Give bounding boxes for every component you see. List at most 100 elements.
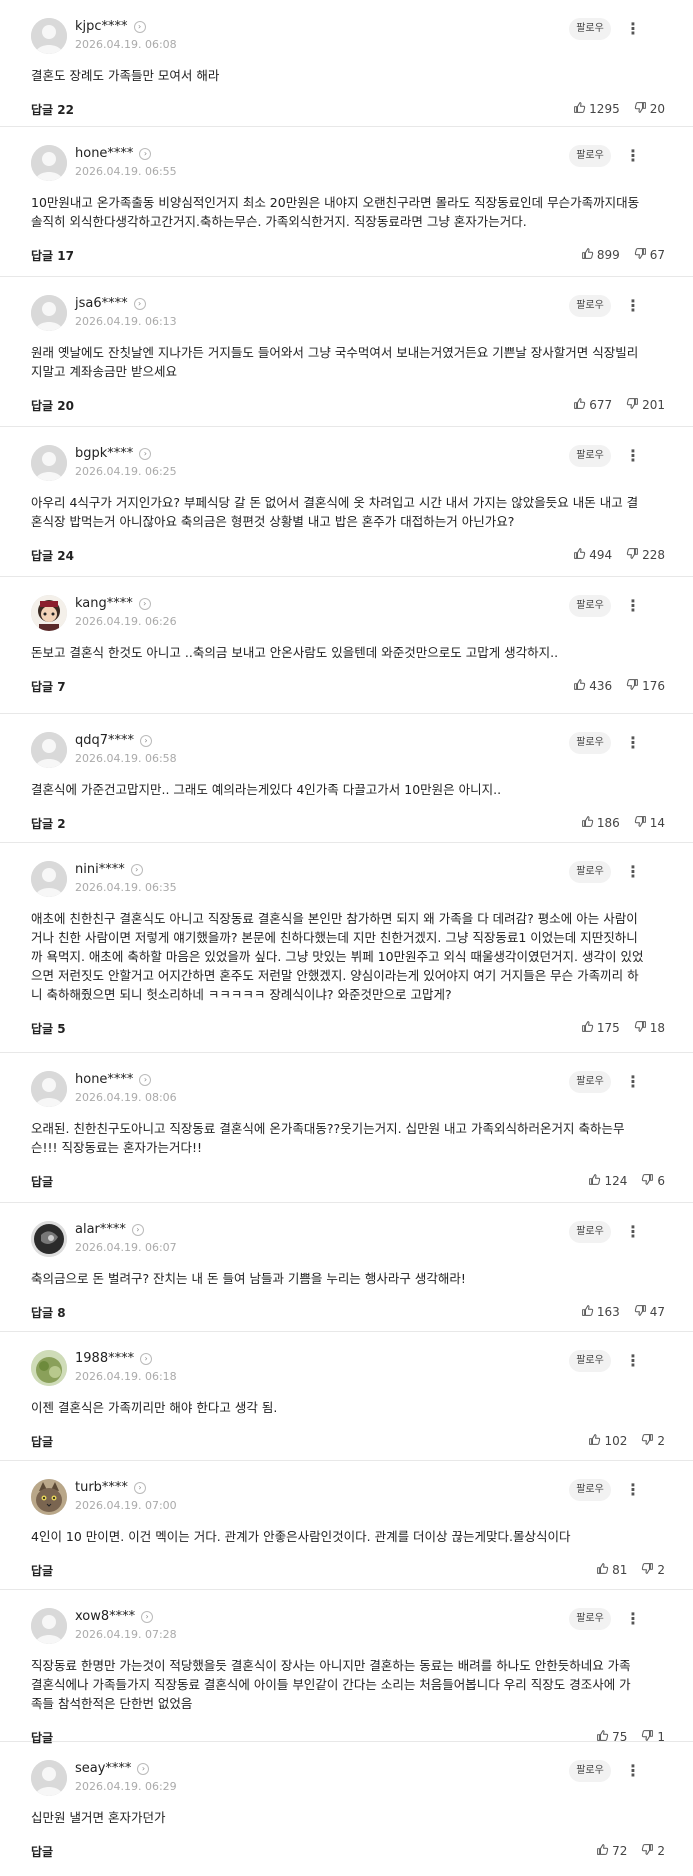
avatar[interactable] [31,1071,67,1107]
reply-button[interactable]: 답글 8 [31,1304,66,1321]
avatar[interactable] [31,1479,67,1515]
username[interactable]: bgpk**** › [75,446,152,461]
reply-button[interactable]: 답글 24 [31,547,74,564]
username-text: hone**** [75,146,134,161]
more-options-icon[interactable]: ⋮ [625,1759,641,1783]
username[interactable]: kjpc**** › [75,19,146,34]
more-options-icon[interactable]: ⋮ [625,1478,641,1502]
comment-item: kjpc**** › 2026.04.19. 06:08 팔로우 ⋮ 결혼도 장… [0,0,693,127]
more-options-icon[interactable]: ⋮ [625,731,641,755]
dislike-button[interactable]: 201 [626,397,665,413]
username[interactable]: qdq7**** › [75,733,153,748]
avatar[interactable] [31,295,67,331]
username[interactable]: seay**** › [75,1761,150,1776]
like-button[interactable]: 124 [588,1173,627,1189]
username[interactable]: nini**** › [75,862,143,877]
reply-button[interactable]: 답글 [31,1843,53,1860]
like-button[interactable]: 102 [588,1433,627,1449]
username[interactable]: xow8**** › [75,1609,154,1624]
avatar[interactable] [31,18,67,54]
like-button[interactable]: 494 [573,547,612,563]
like-button[interactable]: 72 [596,1843,627,1859]
more-options-icon[interactable]: ⋮ [625,1070,641,1094]
avatar[interactable] [31,1760,67,1796]
follow-button[interactable]: 팔로우 [569,1608,611,1630]
like-button[interactable]: 436 [573,678,612,694]
username[interactable]: 1988**** › [75,1351,153,1366]
dislike-button[interactable]: 176 [626,678,665,694]
chevron-right-icon: › [133,297,146,310]
follow-button[interactable]: 팔로우 [569,595,611,617]
more-options-icon[interactable]: ⋮ [625,594,641,618]
reply-button[interactable]: 답글 17 [31,247,74,264]
more-options-icon[interactable]: ⋮ [625,144,641,168]
avatar[interactable] [31,1350,67,1386]
dislike-count: 6 [657,1174,665,1188]
more-options-icon[interactable]: ⋮ [625,1607,641,1631]
reply-button[interactable]: 답글 [31,1173,53,1190]
more-options-icon[interactable]: ⋮ [625,860,641,884]
avatar[interactable] [31,145,67,181]
avatar[interactable] [31,732,67,768]
username[interactable]: hone**** › [75,146,152,161]
username[interactable]: turb**** › [75,1480,146,1495]
comment-footer: 답글 20 677 201 [31,397,665,415]
username[interactable]: kang**** › [75,596,151,611]
more-options-icon[interactable]: ⋮ [625,1220,641,1244]
like-count: 677 [589,398,613,412]
follow-button[interactable]: 팔로우 [569,18,611,40]
dislike-button[interactable]: 2 [641,1433,665,1449]
follow-button[interactable]: 팔로우 [569,1071,611,1093]
follow-button[interactable]: 팔로우 [569,295,611,317]
reply-button[interactable]: 답글 20 [31,397,74,414]
dislike-button[interactable]: 67 [634,247,665,263]
reply-button[interactable]: 답글 2 [31,815,66,832]
dislike-count: 18 [649,1021,665,1035]
dislike-button[interactable]: 2 [641,1562,665,1578]
dislike-button[interactable]: 6 [641,1173,665,1189]
more-options-icon[interactable]: ⋮ [625,17,641,41]
reply-button[interactable]: 답글 22 [31,101,74,118]
follow-button[interactable]: 팔로우 [569,1479,611,1501]
reply-button[interactable]: 답글 [31,1562,53,1579]
like-button[interactable]: 677 [573,397,612,413]
more-options-icon[interactable]: ⋮ [625,294,641,318]
avatar[interactable] [31,861,67,897]
avatar[interactable] [31,1221,67,1257]
reply-button[interactable]: 답글 7 [31,678,66,695]
comment-item: qdq7**** › 2026.04.19. 06:58 팔로우 ⋮ 결혼식에 … [0,714,693,843]
username[interactable]: jsa6**** › [75,296,146,311]
comment-date: 2026.04.19. 06:58 [75,752,177,765]
follow-button[interactable]: 팔로우 [569,445,611,467]
more-options-icon[interactable]: ⋮ [625,444,641,468]
dislike-button[interactable]: 2 [641,1843,665,1859]
like-button[interactable]: 899 [581,247,620,263]
comment-text: 원래 옛날에도 잔칫날엔 지나가든 거지들도 들어와서 그냥 국수먹여서 보내는… [31,343,665,381]
like-button[interactable]: 163 [581,1304,620,1320]
dislike-button[interactable]: 47 [634,1304,665,1320]
like-button[interactable]: 1295 [573,101,620,117]
username[interactable]: alar**** › [75,1222,144,1237]
avatar[interactable] [31,1608,67,1644]
like-button[interactable]: 81 [596,1562,627,1578]
follow-button[interactable]: 팔로우 [569,1760,611,1782]
dislike-button[interactable]: 14 [634,815,665,831]
follow-button[interactable]: 팔로우 [569,1221,611,1243]
username[interactable]: hone**** › [75,1072,152,1087]
follow-button[interactable]: 팔로우 [569,1350,611,1372]
reply-button[interactable]: 답글 [31,1433,53,1450]
follow-button[interactable]: 팔로우 [569,861,611,883]
like-button[interactable]: 186 [581,815,620,831]
avatar[interactable] [31,595,67,631]
more-options-icon[interactable]: ⋮ [625,1349,641,1373]
comment-header: alar**** › 2026.04.19. 06:07 팔로우 ⋮ [31,1220,651,1258]
reply-button[interactable]: 답글 5 [31,1020,66,1037]
follow-button[interactable]: 팔로우 [569,145,611,167]
follow-button[interactable]: 팔로우 [569,732,611,754]
comment-text-line: 혼식장 밥먹는거 아니잖아요 축의금은 형편것 상황별 내고 밥은 혼주가 대접… [31,514,515,529]
dislike-button[interactable]: 18 [634,1020,665,1036]
avatar[interactable] [31,445,67,481]
dislike-button[interactable]: 228 [626,547,665,563]
like-button[interactable]: 175 [581,1020,620,1036]
dislike-button[interactable]: 20 [634,101,665,117]
